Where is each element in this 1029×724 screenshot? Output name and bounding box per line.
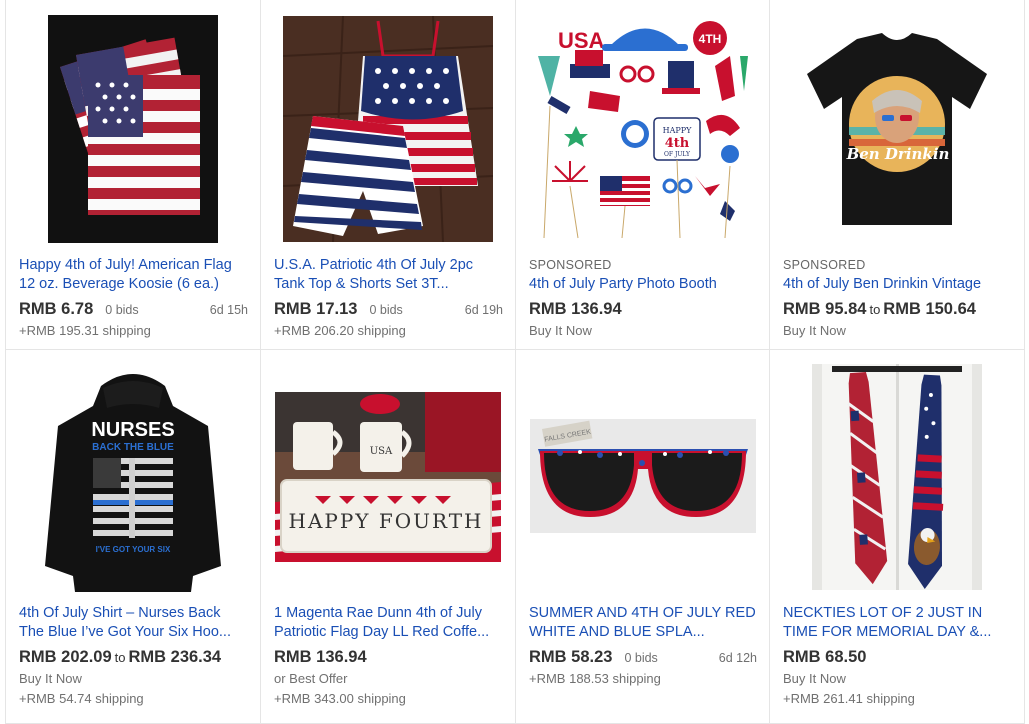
listing-card[interactable]: U.S.A. Patriotic 4th Of July 2pc Tank To…: [261, 0, 516, 350]
price-row: RMB 17.13 0 bids 6d 19h: [274, 300, 503, 319]
price-row: RMB 58.23 0 bids 6d 12h: [529, 648, 757, 667]
rae-dunn-tray-image[interactable]: USA HAPPY FOURTH: [261, 392, 515, 562]
listing-card[interactable]: Ben Drinkin SPONSORED 4th of July Ben Dr…: [770, 0, 1025, 350]
ben-drinkin-shirt-image[interactable]: Ben Drinkin: [770, 14, 1024, 244]
hoodie-text-3: I'VE GOT YOUR SIX: [96, 545, 171, 554]
shipping-cost: +RMB 206.20 shipping: [274, 323, 406, 338]
listing-title[interactable]: 4th of July Party Photo Booth: [529, 275, 757, 294]
buy-format: Buy It Now: [19, 671, 82, 686]
svg-text:OF JULY: OF JULY: [663, 151, 690, 158]
buy-format: Buy It Now: [529, 323, 592, 338]
listing-title[interactable]: Happy 4th of July! American Flag 12 oz. …: [19, 256, 248, 294]
listing-price-min: RMB 95.84: [783, 300, 867, 318]
shipping-cost: +RMB 261.41 shipping: [783, 691, 915, 706]
svg-text:4th: 4th: [664, 136, 689, 151]
shipping-cost: +RMB 54.74 shipping: [19, 691, 144, 706]
price-row: RMB 6.78 0 bids 6d 15h: [19, 300, 248, 319]
listing-price-max: RMB 236.34: [128, 648, 222, 666]
listing-card[interactable]: USA HAPPY FOURTH 1 Magenta Rae Dunn 4th …: [261, 350, 516, 724]
price-range-separator: to: [869, 302, 881, 317]
shipping-cost: +RMB 188.53 shipping: [529, 671, 661, 686]
shipping-cost: +RMB 195.31 shipping: [19, 323, 151, 338]
nurses-hoodie-image[interactable]: NURSES BACK THE BLUE I'VE GOT YOUR SIX: [6, 364, 260, 594]
tray-text: HAPPY FOURTH: [289, 509, 484, 533]
price-row: RMB 68.50: [783, 648, 1012, 667]
photo-booth-props-image[interactable]: USA 4TH HAPPY 4th OF JULY: [516, 14, 769, 244]
buy-format: or Best Offer: [274, 671, 348, 686]
price-row: RMB 136.94: [529, 300, 757, 319]
listing-title[interactable]: 1 Magenta Rae Dunn 4th of July Patriotic…: [274, 604, 503, 642]
search-results-grid: Happy 4th of July! American Flag 12 oz. …: [5, 0, 1025, 724]
sponsored-label: SPONSORED: [529, 258, 612, 272]
sponsored-label: SPONSORED: [783, 258, 866, 272]
price-row: RMB 202.09 to RMB 236.34: [19, 648, 248, 667]
hoodie-text-2: BACK THE BLUE: [92, 442, 174, 453]
flag-koozie-image[interactable]: [6, 14, 260, 244]
buy-format: Buy It Now: [783, 671, 846, 686]
listing-card[interactable]: FALLS CREEK SUMMER AND 4TH OF JULY RED W…: [516, 350, 770, 724]
listing-title[interactable]: U.S.A. Patriotic 4th Of July 2pc Tank To…: [274, 256, 503, 294]
listing-price: RMB 6.78: [19, 300, 94, 318]
neckties-image[interactable]: [770, 364, 1024, 590]
listing-title[interactable]: 4th of July Ben Drinkin Vintage: [783, 275, 1012, 294]
listing-title[interactable]: 4th Of July Shirt – Nurses Back The Blue…: [19, 604, 248, 642]
shipping-cost: +RMB 343.00 shipping: [274, 691, 406, 706]
listing-price-min: RMB 202.09: [19, 648, 112, 666]
listing-price: RMB 136.94: [274, 648, 367, 666]
listing-title[interactable]: SUMMER AND 4TH OF JULY RED WHITE AND BLU…: [529, 604, 757, 642]
price-range-separator: to: [114, 650, 126, 665]
listing-price: RMB 68.50: [783, 648, 867, 666]
listing-title[interactable]: NECKTIES LOT OF 2 JUST IN TIME FOR MEMOR…: [783, 604, 1012, 642]
price-row: RMB 95.84 to RMB 150.64: [783, 300, 1012, 319]
listing-price-max: RMB 150.64: [883, 300, 976, 318]
mug-text: USA: [370, 446, 393, 457]
sunglasses-image[interactable]: FALLS CREEK: [516, 418, 769, 534]
time-left: 6d 15h: [209, 303, 248, 317]
bid-count: 0 bids: [624, 651, 658, 665]
bid-count: 0 bids: [369, 303, 403, 317]
svg-text:4TH: 4TH: [698, 32, 721, 46]
time-left: 6d 12h: [718, 651, 757, 665]
listing-card[interactable]: Happy 4th of July! American Flag 12 oz. …: [6, 0, 261, 350]
bid-count: 0 bids: [105, 303, 139, 317]
buy-format: Buy It Now: [783, 323, 846, 338]
listing-card[interactable]: NECKTIES LOT OF 2 JUST IN TIME FOR MEMOR…: [770, 350, 1025, 724]
listing-price: RMB 58.23: [529, 648, 613, 666]
time-left: 6d 19h: [464, 303, 503, 317]
price-row: RMB 136.94: [274, 648, 503, 667]
listing-card[interactable]: USA 4TH HAPPY 4th OF JULY SPONSORED 4th …: [516, 0, 770, 350]
svg-text:HAPPY: HAPPY: [662, 126, 692, 135]
svg-text:USA: USA: [558, 28, 605, 53]
listing-card[interactable]: NURSES BACK THE BLUE I'VE GOT YOUR SIX 4…: [6, 350, 261, 724]
tank-top-shorts-image[interactable]: [261, 14, 515, 244]
shirt-text: Ben Drinkin: [846, 145, 950, 163]
listing-price: RMB 136.94: [529, 300, 622, 318]
hoodie-text-1: NURSES: [91, 419, 174, 441]
listing-price: RMB 17.13: [274, 300, 358, 318]
